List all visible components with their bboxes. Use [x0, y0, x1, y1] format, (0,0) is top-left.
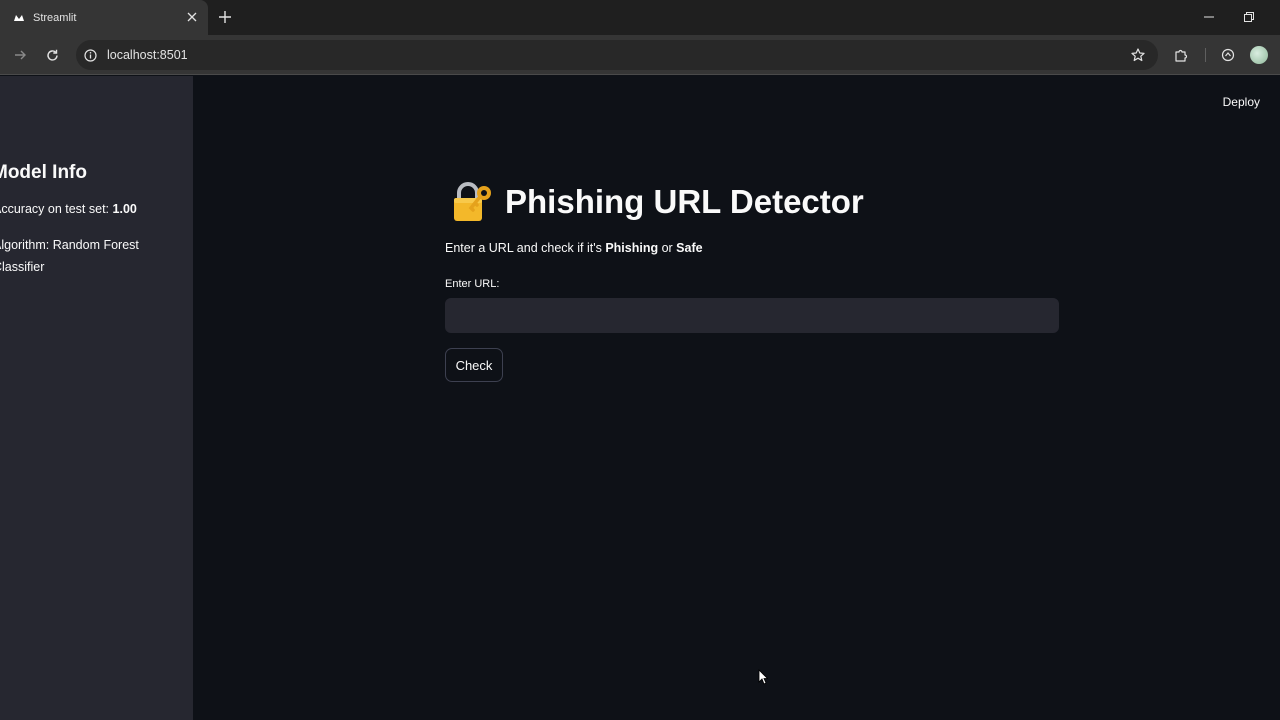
subtitle-prefix: Enter a URL and check if it's: [445, 241, 606, 255]
browser-tab[interactable]: Streamlit: [0, 0, 208, 35]
sidebar: Model Info Accuracy on test set: 1.00 Al…: [0, 76, 193, 720]
accuracy-value: 1.00: [112, 202, 137, 216]
deploy-button[interactable]: Deploy: [1223, 95, 1260, 109]
sync-icon[interactable]: [1219, 46, 1237, 64]
subtitle-phishing: Phishing: [605, 241, 659, 255]
address-bar-url: localhost:8501: [107, 48, 188, 62]
check-button[interactable]: Check: [445, 348, 503, 382]
accuracy-line: Accuracy on test set: 1.00: [0, 202, 137, 216]
profile-avatar[interactable]: [1250, 46, 1268, 64]
title-row: Phishing URL Detector: [448, 179, 864, 225]
toolbar-divider: [1205, 48, 1206, 62]
tab-title: Streamlit: [33, 11, 77, 24]
accuracy-label: Accuracy on test set:: [0, 202, 110, 216]
algorithm-line-1: Algorithm: Random Forest: [0, 238, 139, 252]
address-bar[interactable]: localhost:8501: [76, 40, 1158, 70]
browser-tab-bar: Streamlit: [0, 0, 1280, 35]
subtitle-or: or: [658, 241, 677, 255]
main-content: Deploy Phishing URL Detector Enter a URL…: [193, 76, 1280, 720]
restore-window-icon[interactable]: [1240, 8, 1258, 26]
reload-icon[interactable]: [43, 46, 61, 64]
subtitle-safe: Safe: [676, 241, 703, 255]
extensions-puzzle-icon[interactable]: [1172, 46, 1190, 64]
streamlit-favicon-icon: [13, 12, 25, 24]
sidebar-title: Model Info: [0, 162, 87, 183]
browser-toolbar: localhost:8501: [0, 35, 1280, 75]
bookmark-star-icon[interactable]: [1130, 47, 1146, 63]
mouse-pointer-icon: [758, 669, 769, 690]
new-tab-plus-icon[interactable]: [216, 8, 234, 26]
algorithm-line-2: Classifier: [0, 260, 45, 274]
url-input[interactable]: [445, 298, 1059, 333]
site-info-icon[interactable]: [82, 47, 98, 63]
close-tab-icon[interactable]: [184, 9, 200, 25]
page-title: Phishing URL Detector: [505, 183, 864, 220]
minimize-window-icon[interactable]: [1200, 8, 1218, 26]
url-input-label: Enter URL:: [445, 278, 500, 290]
subtitle: Enter a URL and check if it's Phishing o…: [445, 241, 703, 255]
lock-with-key-icon: [448, 179, 494, 225]
forward-arrow-icon[interactable]: [11, 46, 29, 64]
